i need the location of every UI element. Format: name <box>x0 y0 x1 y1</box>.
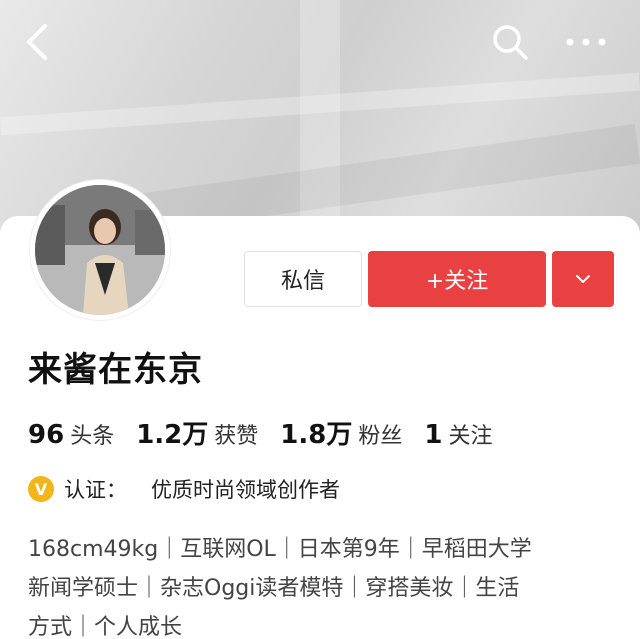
follow-button[interactable]: +关注 <box>368 251 546 307</box>
verification-text: 优质时尚领域创作者 <box>151 478 340 502</box>
stat-label: 获赞 <box>214 424 259 449</box>
bio-line: 168cm49kg｜互联网OL｜日本第9年｜早稻田大学 <box>28 537 532 562</box>
search-icon[interactable] <box>486 18 534 66</box>
more-icon[interactable] <box>562 18 610 66</box>
bio-line: 方式｜个人成长 <box>28 615 183 639</box>
stat-likes[interactable]: 1.2万 获赞 <box>136 414 258 451</box>
bio-line: 新闻学硕士｜杂志Oggi读者模特｜穿搭美妆｜生活 <box>28 576 520 601</box>
stat-number: 1.8万 <box>280 420 353 450</box>
verification-row: V 认证： 优质时尚领域创作者 <box>28 474 340 504</box>
verified-v-icon: V <box>28 476 54 502</box>
message-button[interactable]: 私信 <box>244 251 362 307</box>
stat-following[interactable]: 1 关注 <box>424 418 492 450</box>
avatar-photo <box>35 185 165 315</box>
bio: 168cm49kg｜互联网OL｜日本第9年｜早稻田大学 新闻学硕士｜杂志Oggi… <box>28 530 612 639</box>
stat-number: 96 <box>28 420 65 450</box>
stat-number: 1 <box>424 420 443 450</box>
stat-posts[interactable]: 96 头条 <box>28 418 114 450</box>
stats-row: 96 头条 1.2万 获赞 1.8万 粉丝 1 关注 <box>28 414 492 451</box>
stat-label: 头条 <box>70 424 115 449</box>
stat-label: 关注 <box>448 424 493 449</box>
recommend-dropdown-button[interactable] <box>552 251 614 307</box>
stat-label: 粉丝 <box>358 424 403 449</box>
back-arrow-icon[interactable] <box>14 18 62 66</box>
stat-followers[interactable]: 1.8万 粉丝 <box>280 414 402 451</box>
stat-number: 1.2万 <box>136 420 209 450</box>
verification-label: 认证： <box>64 478 127 502</box>
chevron-down-icon <box>576 275 590 283</box>
avatar[interactable] <box>30 180 170 320</box>
profile-name: 来酱在东京 <box>28 350 203 390</box>
